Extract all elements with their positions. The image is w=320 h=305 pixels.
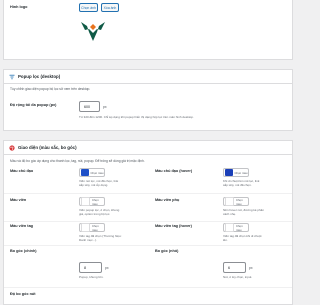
logo-label: Hình logo <box>10 5 28 9</box>
border-color-label: Màu viền <box>10 198 27 202</box>
radius-small-input[interactable]: 6 <box>223 262 246 273</box>
border-color-picker-text: Chọn màu <box>91 197 99 206</box>
tag-border-help: Viền tag đã chọn (Thương hiệu: Danh mục.… <box>79 234 122 242</box>
appearance-panel-description: Màu và độ bo góc áp dụng cho thanh lọc, … <box>10 159 145 163</box>
row-divider <box>4 221 292 222</box>
radius-small-label: Bo góc (nhỏ) <box>155 249 179 253</box>
tag-border-picker[interactable]: Chọn màu <box>79 223 105 232</box>
tag-border-picker-text: Chọn màu <box>91 223 99 232</box>
main-color-picker[interactable]: Chọn màu <box>79 168 105 177</box>
main-color-label: Màu chủ đạo <box>10 169 34 173</box>
border-sub-label: Màu viền phụ <box>155 198 180 202</box>
appearance-panel: Giao diện (màu sắc, bo góc) Màu và độ bo… <box>3 140 293 305</box>
palette-icon <box>9 144 15 151</box>
choose-image-button[interactable]: Chọn ảnh <box>79 3 98 12</box>
popup-width-input[interactable]: 600 <box>79 101 100 112</box>
popup-filter-panel: Popup lọc (desktop) Tùy chỉnh giao diện … <box>3 69 293 131</box>
main-hover-picker[interactable]: Chọn màu <box>223 168 249 177</box>
main-hover-swatch <box>224 169 233 176</box>
tag-border-hover-picker[interactable]: Chọn màu <box>223 223 249 232</box>
radius-main-unit: px <box>105 266 109 270</box>
border-sub-picker-text: Chọn màu <box>235 197 243 206</box>
radius-main-help: Popup, khung lớn. <box>79 275 104 279</box>
tag-border-hover-picker-text: Chọn màu <box>235 223 243 232</box>
logo-panel: Hình logo Chọn ảnh Xóa ảnh <box>3 0 293 60</box>
tag-border-swatch <box>80 223 90 232</box>
row-divider <box>4 287 292 288</box>
border-sub-picker[interactable]: Chọn màu <box>223 197 249 206</box>
popup-width-unit: px <box>103 105 107 109</box>
tag-border-label: Màu viền tag <box>10 224 33 228</box>
popup-panel-title: Popup lọc (desktop) <box>18 74 61 79</box>
main-hover-label: Màu chủ đạo (hover) <box>155 169 193 173</box>
radius-main-input[interactable]: 8 <box>79 262 102 273</box>
main-color-picker-text: Chọn màu <box>90 170 104 175</box>
popup-width-help: Từ 320 đến 1200. Chỉ áp dụng khi popup h… <box>79 115 194 119</box>
main-hover-help: Khi di chuột lên nút lọc, link sắp xếp, … <box>223 179 260 187</box>
main-color-swatch <box>80 169 89 176</box>
radius-small-unit: px <box>249 266 253 270</box>
radius-main-label: Bo góc (chính) <box>10 249 37 253</box>
tag-border-hover-help: Viền tag đã chọn khi di chuột lên. <box>223 234 262 242</box>
filter-icon <box>9 74 15 79</box>
bull-logo-image <box>81 22 105 41</box>
border-sub-swatch <box>224 197 234 206</box>
main-color-help: Viền nút lọc, nút đã chọn, link sắp xếp,… <box>79 179 119 187</box>
button-radius-label: Độ bo góc nút <box>10 292 36 296</box>
border-color-swatch <box>80 197 90 206</box>
appearance-panel-title: Giao diện (màu sắc, bo góc) <box>18 145 77 150</box>
appearance-panel-header: Giao diện (màu sắc, bo góc) <box>4 141 292 155</box>
popup-panel-header: Popup lọc (desktop) <box>4 70 292 84</box>
row-divider <box>4 193 292 194</box>
tag-border-hover-swatch <box>224 223 234 232</box>
row-divider <box>4 245 292 246</box>
tag-border-hover-label: Màu viền tag (hover) <box>155 224 192 228</box>
remove-image-button[interactable]: Xóa ảnh <box>101 3 119 12</box>
radius-small-help: Nút, ô tùy chọn, input. <box>223 275 253 279</box>
border-color-help: Viền popup lọc, ô chọn, khung giá, optio… <box>79 208 120 216</box>
border-sub-help: Nền hover nút, đường kẻ phân cách nhẹ. <box>223 208 265 216</box>
popup-width-label: Độ rộng tối đa popup (px) <box>10 103 57 107</box>
main-hover-picker-text: Chọn màu <box>234 170 248 175</box>
popup-panel-description: Tùy chỉnh giao diện popup bộ lọc sử xem … <box>10 87 91 91</box>
border-color-picker[interactable]: Chọn màu <box>79 197 105 206</box>
